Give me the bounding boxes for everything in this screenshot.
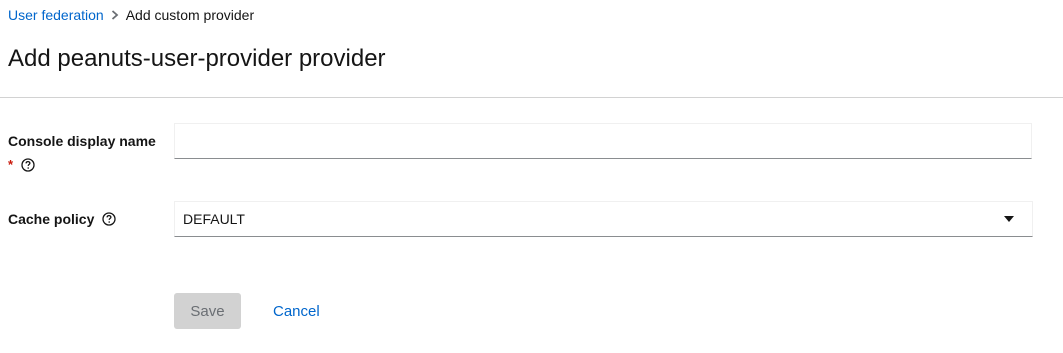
save-button[interactable]: Save <box>174 293 241 329</box>
cache-policy-select[interactable]: DEFAULT <box>174 201 1033 237</box>
help-icon[interactable] <box>102 212 117 226</box>
cache-policy-label: Cache policy <box>8 210 117 228</box>
chevron-right-icon <box>104 10 126 20</box>
breadcrumb-current: Add custom provider <box>125 7 255 23</box>
display-name-input[interactable] <box>174 123 1032 159</box>
breadcrumb-link-user-federation[interactable]: User federation <box>8 6 104 24</box>
required-marker: * <box>8 157 14 172</box>
caret-down-icon <box>1004 216 1014 222</box>
display-name-label-extras: * <box>8 156 35 174</box>
page: User federation Add custom provider Add … <box>0 0 1063 353</box>
page-title: Add peanuts-user-provider provider <box>8 45 386 72</box>
display-name-label-text: Console display name <box>8 133 156 149</box>
cancel-button[interactable]: Cancel <box>260 293 333 329</box>
display-name-label: Console display name <box>8 132 156 150</box>
divider <box>0 97 1063 98</box>
help-icon[interactable] <box>21 158 35 172</box>
cache-policy-selected-value: DEFAULT <box>183 211 245 227</box>
breadcrumb: User federation Add custom provider <box>8 6 254 24</box>
cache-policy-label-text: Cache policy <box>8 211 95 227</box>
